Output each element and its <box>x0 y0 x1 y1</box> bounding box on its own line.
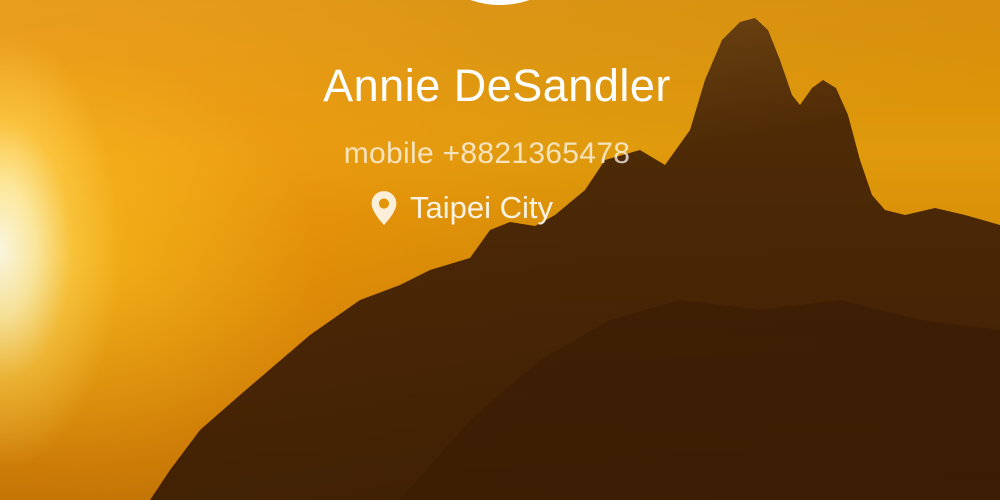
profile-phone[interactable]: mobile +8821365478 <box>0 137 974 171</box>
profile-location: Taipei City <box>370 188 553 228</box>
profile-name: Annie DeSandler <box>323 60 671 111</box>
location-label: Taipei City <box>410 190 553 225</box>
location-pin-icon <box>371 191 397 225</box>
